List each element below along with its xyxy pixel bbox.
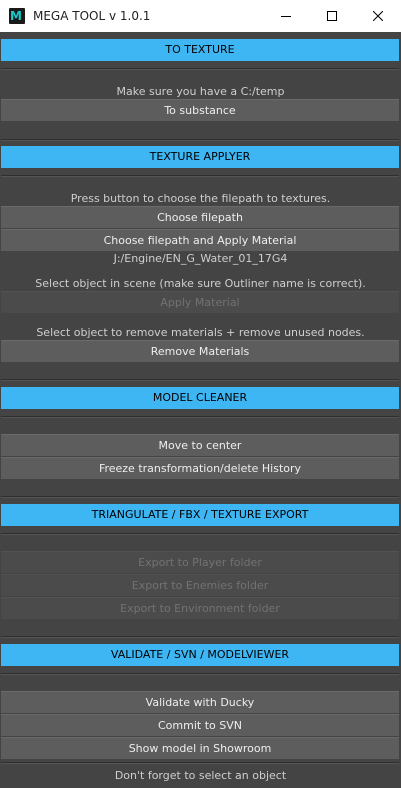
separator	[1, 139, 399, 141]
maximize-icon	[327, 11, 337, 21]
header-validate[interactable]: VALIDATE / SVN / MODELVIEWER	[1, 644, 399, 666]
texture-applyer-hint: Press button to choose the filepath to t…	[70, 192, 331, 205]
separator	[1, 175, 399, 177]
separator	[1, 416, 399, 418]
to-substance-button[interactable]: To substance	[1, 99, 399, 121]
window-title: MEGA TOOL v 1.0.1	[33, 9, 151, 23]
header-export[interactable]: TRIANGULATE / FBX / TEXTURE EXPORT	[1, 504, 399, 526]
commit-svn-button[interactable]: Commit to SVN	[1, 714, 399, 736]
apply-material-button[interactable]: Apply Material	[1, 291, 399, 313]
close-icon	[373, 11, 383, 21]
header-texture-applyer[interactable]: TEXTURE APPLYER	[1, 146, 399, 168]
export-enemies-button[interactable]: Export to Enemies folder	[1, 574, 399, 596]
separator	[1, 673, 399, 675]
remove-materials-hint: Select object to remove materials + remo…	[36, 326, 365, 339]
select-object-hint: Select object in scene (make sure Outlin…	[35, 277, 366, 290]
separator	[1, 762, 399, 764]
maya-app-icon: M	[9, 8, 25, 24]
validate-ducky-button[interactable]: Validate with Ducky	[1, 691, 399, 713]
minimize-button[interactable]	[263, 0, 309, 32]
separator	[1, 68, 399, 70]
separator	[1, 533, 399, 535]
export-player-button[interactable]: Export to Player folder	[1, 551, 399, 573]
show-showroom-button[interactable]: Show model in Showroom	[1, 737, 399, 759]
filepath-value: J:/Engine/EN_G_Water_01_17G4	[113, 252, 288, 265]
freeze-transformation-button[interactable]: Freeze transformation/delete History	[1, 457, 399, 479]
choose-filepath-apply-material-button[interactable]: Choose filepath and Apply Material	[1, 229, 399, 251]
footer-hint: Don't forget to select an object	[114, 769, 287, 782]
to-texture-hint: Make sure you have a C:/temp	[116, 85, 285, 98]
minimize-icon	[281, 16, 291, 17]
separator	[1, 496, 399, 498]
remove-materials-button[interactable]: Remove Materials	[1, 340, 399, 362]
choose-filepath-button[interactable]: Choose filepath	[1, 206, 399, 228]
move-to-center-button[interactable]: Move to center	[1, 434, 399, 456]
separator	[1, 379, 399, 381]
export-environment-button[interactable]: Export to Environment folder	[1, 597, 399, 619]
maximize-button[interactable]	[309, 0, 355, 32]
close-button[interactable]	[355, 0, 401, 32]
separator	[1, 636, 399, 638]
header-to-texture[interactable]: TO TEXTURE	[1, 39, 399, 61]
title-bar[interactable]: M MEGA TOOL v 1.0.1	[0, 0, 401, 32]
header-model-cleaner[interactable]: MODEL CLEANER	[1, 387, 399, 409]
